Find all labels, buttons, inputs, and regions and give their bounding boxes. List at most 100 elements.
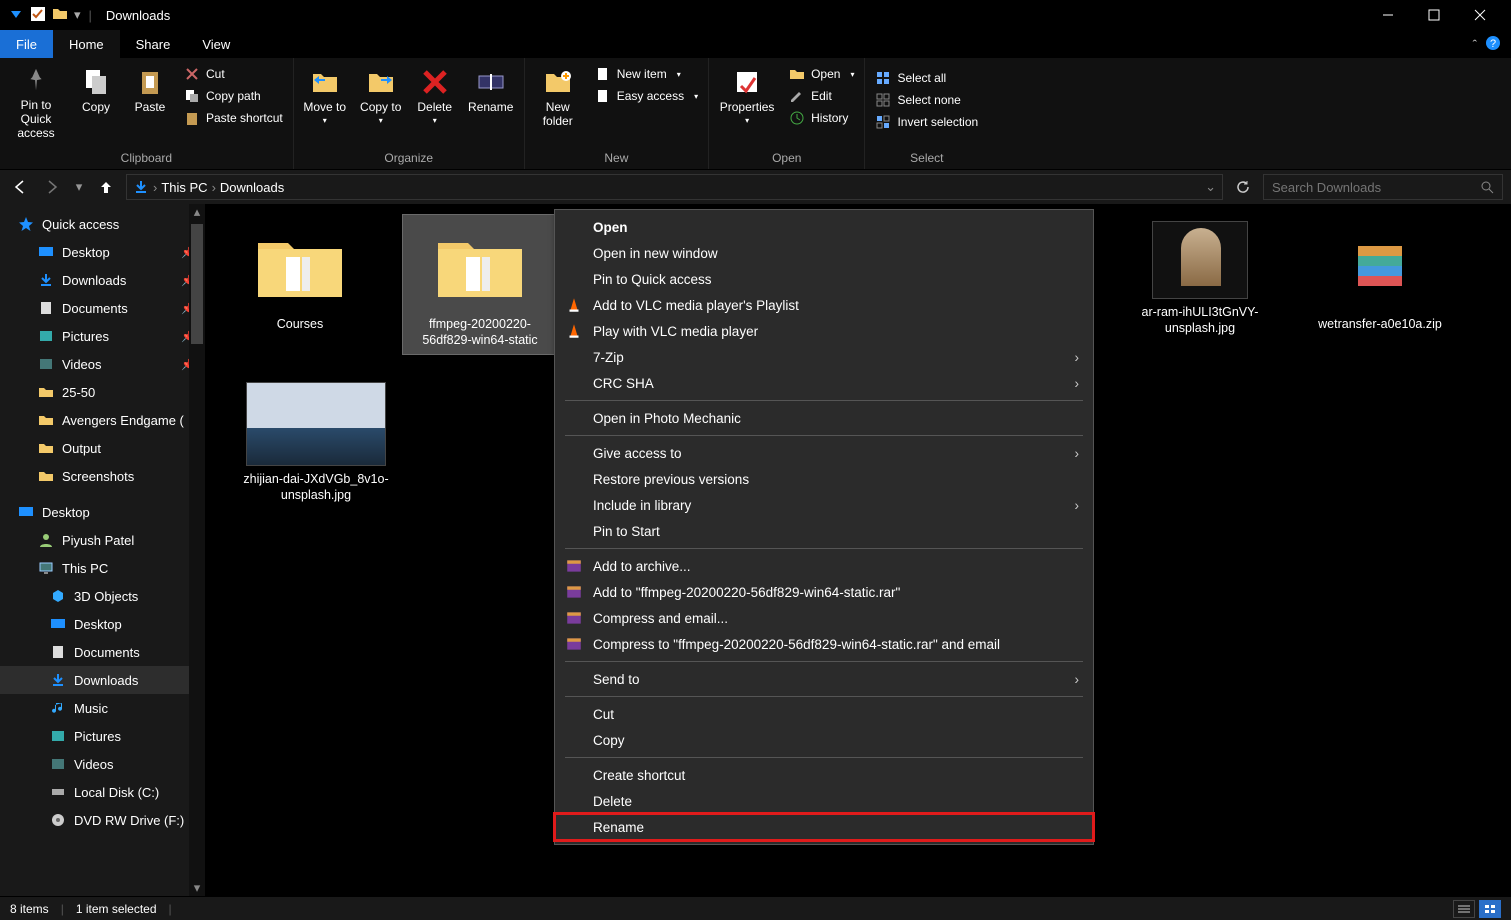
properties-button[interactable]: Properties▾ <box>715 62 779 140</box>
sidebar-desktop-pc[interactable]: Desktop <box>0 610 205 638</box>
ctx-open-new-window[interactable]: Open in new window <box>555 240 1093 266</box>
sidebar-this-pc[interactable]: This PC <box>0 554 205 582</box>
sidebar-pictures[interactable]: Pictures📌 <box>0 322 205 350</box>
qat-dropdown-icon[interactable]: ▾ <box>74 7 81 23</box>
ctx-include-library[interactable]: Include in library› <box>555 492 1093 518</box>
ctx-add-to-rar[interactable]: Add to "ffmpeg-20200220-56df829-win64-st… <box>555 579 1093 605</box>
paste-shortcut-button[interactable]: Paste shortcut <box>180 108 287 128</box>
rename-button[interactable]: Rename <box>464 62 518 140</box>
ctx-rename[interactable]: Rename <box>555 814 1093 840</box>
copy-path-button[interactable]: Copy path <box>180 86 287 106</box>
breadcrumb-downloads[interactable]: Downloads <box>220 180 284 195</box>
sidebar-music[interactable]: Music <box>0 694 205 722</box>
sidebar-user[interactable]: Piyush Patel <box>0 526 205 554</box>
select-none-button[interactable]: Select none <box>871 90 982 110</box>
easy-access-button[interactable]: Easy access▾ <box>591 86 702 106</box>
folder-item-courses[interactable]: Courses <box>222 214 378 355</box>
ctx-copy[interactable]: Copy <box>555 727 1093 753</box>
back-button[interactable] <box>8 175 32 199</box>
ctx-cut[interactable]: Cut <box>555 701 1093 727</box>
ctx-pin-quick-access[interactable]: Pin to Quick access <box>555 266 1093 292</box>
sidebar-downloads[interactable]: Downloads📌 <box>0 266 205 294</box>
sidebar-quick-access[interactable]: Quick access <box>0 210 205 238</box>
ctx-send-to[interactable]: Send to› <box>555 666 1093 692</box>
sidebar-videos-pc[interactable]: Videos <box>0 750 205 778</box>
ctx-restore-versions[interactable]: Restore previous versions <box>555 466 1093 492</box>
folder-icon[interactable] <box>52 6 68 25</box>
sidebar-folder-output[interactable]: Output <box>0 434 205 462</box>
breadcrumb-thispc[interactable]: This PC <box>161 180 207 195</box>
breadcrumb[interactable]: › This PC › Downloads ⌄ <box>126 174 1223 200</box>
sidebar-desktop[interactable]: Desktop📌 <box>0 238 205 266</box>
minimize-button[interactable] <box>1365 0 1411 30</box>
folder-item-ffmpeg[interactable]: ffmpeg-20200220-56df829-win64-static <box>402 214 558 355</box>
pin-to-quick-access-button[interactable]: Pin to Quick access <box>6 62 66 140</box>
down-arrow-icon[interactable] <box>8 6 24 25</box>
search-input[interactable] <box>1272 180 1480 195</box>
sidebar-scrollbar[interactable]: ▴ ▾ <box>189 204 205 896</box>
scroll-down-icon[interactable]: ▾ <box>189 880 205 896</box>
scroll-up-icon[interactable]: ▴ <box>189 204 205 220</box>
sidebar-documents-pc[interactable]: Documents <box>0 638 205 666</box>
sidebar-local-disk[interactable]: Local Disk (C:) <box>0 778 205 806</box>
refresh-button[interactable] <box>1231 175 1255 199</box>
move-to-button[interactable]: Move to▾ <box>300 62 350 140</box>
recent-dropdown-icon[interactable]: ▾ <box>72 175 86 199</box>
forward-button[interactable] <box>40 175 64 199</box>
properties-check-icon[interactable] <box>30 6 46 25</box>
cut-button[interactable]: Cut <box>180 64 287 84</box>
sidebar-desktop-root[interactable]: Desktop <box>0 498 205 526</box>
copy-to-button[interactable]: Copy to▾ <box>356 62 406 140</box>
file-item-wetransfer[interactable]: wetransfer-a0e10a.zip <box>1302 214 1458 355</box>
ctx-compress-email[interactable]: Compress and email... <box>555 605 1093 631</box>
file-item-zhijian[interactable]: zhijian-dai-JXdVGb_8v1o-unsplash.jpg <box>238 375 394 510</box>
ctx-open[interactable]: Open <box>555 214 1093 240</box>
ctx-vlc-play[interactable]: Play with VLC media player <box>555 318 1093 344</box>
sidebar-folder-2550[interactable]: 25-50 <box>0 378 205 406</box>
view-icons-button[interactable] <box>1479 900 1501 918</box>
copy-button[interactable]: Copy <box>72 62 120 140</box>
tab-view[interactable]: View <box>186 30 246 58</box>
sidebar-folder-avengers[interactable]: Avengers Endgame ( <box>0 406 205 434</box>
invert-selection-button[interactable]: Invert selection <box>871 112 982 132</box>
tab-file[interactable]: File <box>0 30 53 58</box>
file-item-arram[interactable]: ar-ram-ihULI3tGnVY-unsplash.jpg <box>1122 214 1278 355</box>
sidebar-documents[interactable]: Documents📌 <box>0 294 205 322</box>
sidebar-dvd-drive[interactable]: DVD RW Drive (F:) <box>0 806 205 834</box>
sidebar-folder-screenshots[interactable]: Screenshots <box>0 462 205 490</box>
file-list[interactable]: Courses ffmpeg-20200220-56df829-win64-st… <box>206 204 1511 896</box>
paste-button[interactable]: Paste <box>126 62 174 140</box>
delete-button[interactable]: Delete▾ <box>412 62 458 140</box>
scroll-thumb[interactable] <box>191 224 203 344</box>
history-button[interactable]: History <box>785 108 858 128</box>
edit-button[interactable]: Edit <box>785 86 858 106</box>
search-box[interactable] <box>1263 174 1503 200</box>
open-button[interactable]: Open▾ <box>785 64 858 84</box>
new-folder-button[interactable]: New folder <box>531 62 585 140</box>
sidebar-pictures-pc[interactable]: Pictures <box>0 722 205 750</box>
ctx-crc-sha[interactable]: CRC SHA› <box>555 370 1093 396</box>
sidebar-3d-objects[interactable]: 3D Objects <box>0 582 205 610</box>
ctx-delete[interactable]: Delete <box>555 788 1093 814</box>
ribbon-collapse-icon[interactable]: ˆ <box>1473 37 1477 52</box>
ctx-vlc-add[interactable]: Add to VLC media player's Playlist <box>555 292 1093 318</box>
view-details-button[interactable] <box>1453 900 1475 918</box>
sidebar-downloads-pc[interactable]: Downloads <box>0 666 205 694</box>
tab-home[interactable]: Home <box>53 30 120 58</box>
address-dropdown-icon[interactable]: ⌄ <box>1205 179 1216 195</box>
ctx-create-shortcut[interactable]: Create shortcut <box>555 762 1093 788</box>
select-all-button[interactable]: Select all <box>871 68 982 88</box>
tab-share[interactable]: Share <box>120 30 187 58</box>
ctx-compress-to-email[interactable]: Compress to "ffmpeg-20200220-56df829-win… <box>555 631 1093 657</box>
sidebar-videos[interactable]: Videos📌 <box>0 350 205 378</box>
ctx-photo-mechanic[interactable]: Open in Photo Mechanic <box>555 405 1093 431</box>
new-item-button[interactable]: New item▾ <box>591 64 702 84</box>
ctx-7zip[interactable]: 7-Zip› <box>555 344 1093 370</box>
ctx-pin-start[interactable]: Pin to Start <box>555 518 1093 544</box>
maximize-button[interactable] <box>1411 0 1457 30</box>
close-button[interactable] <box>1457 0 1503 30</box>
ctx-add-archive[interactable]: Add to archive... <box>555 553 1093 579</box>
ctx-give-access[interactable]: Give access to› <box>555 440 1093 466</box>
help-icon[interactable]: ? <box>1485 35 1501 54</box>
up-button[interactable] <box>94 175 118 199</box>
